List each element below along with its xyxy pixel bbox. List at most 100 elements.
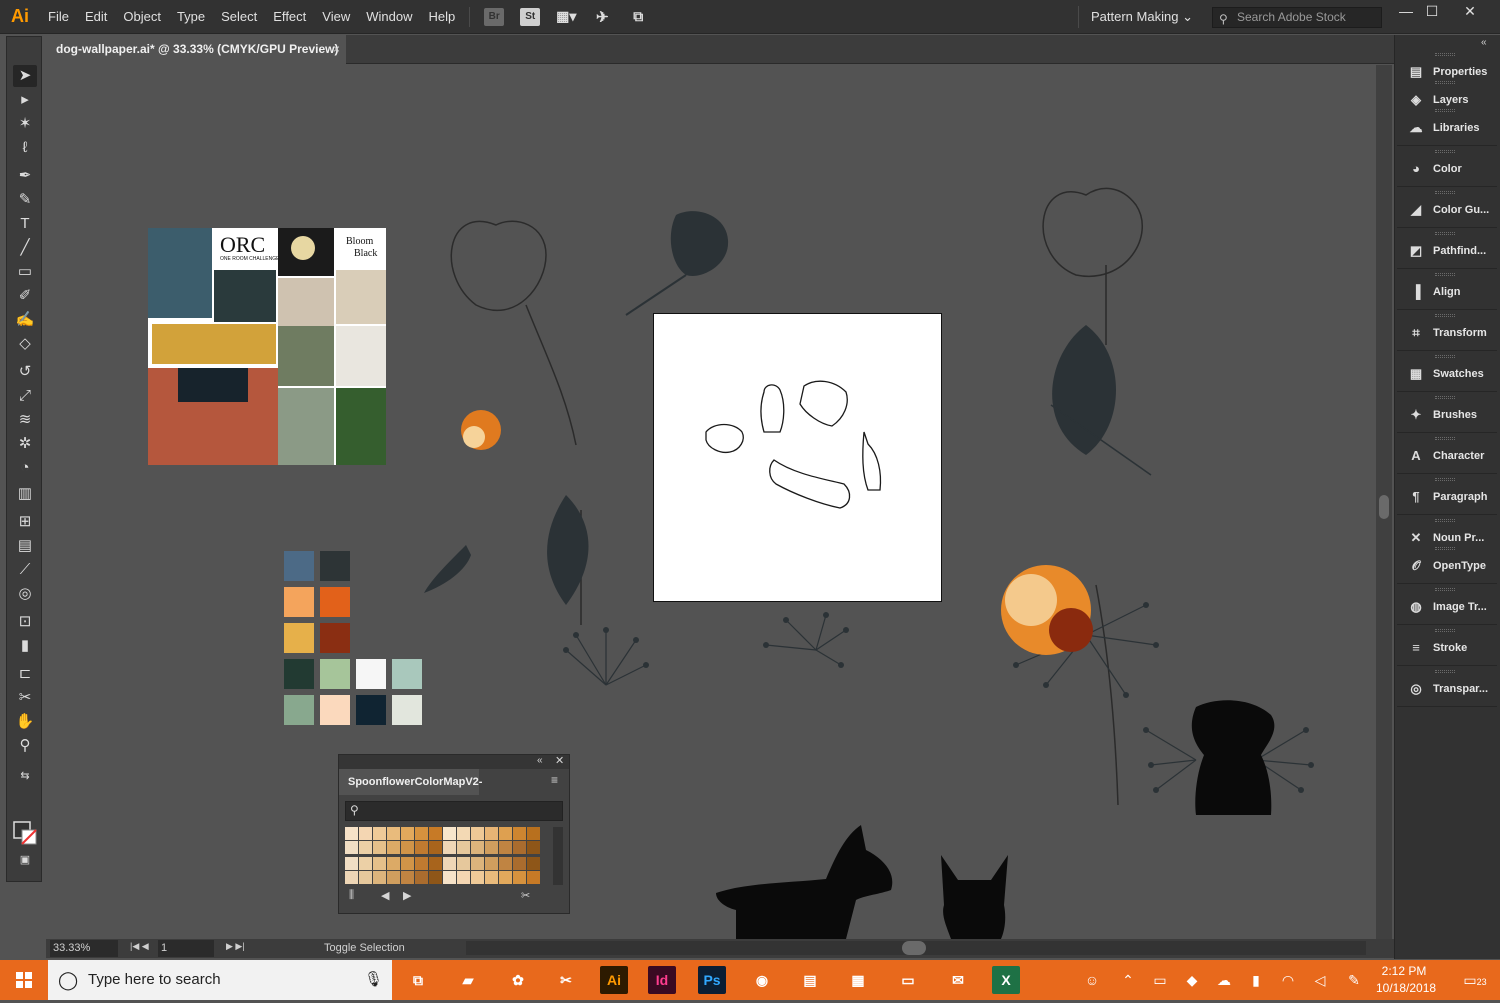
library-swatch[interactable] xyxy=(443,857,456,870)
excel-taskbar-icon[interactable]: X xyxy=(992,966,1020,994)
panel-brushes[interactable]: ✦ Brushes xyxy=(1397,402,1497,428)
panel-image-tr[interactable]: ◍ Image Tr... xyxy=(1397,594,1497,620)
library-swatch[interactable] xyxy=(499,871,512,884)
library-swatch[interactable] xyxy=(513,827,526,840)
file-explorer-icon[interactable]: ▰ xyxy=(454,966,482,994)
panel-grip[interactable] xyxy=(1435,109,1455,112)
library-swatch[interactable] xyxy=(485,857,498,870)
library-swatch[interactable] xyxy=(401,857,414,870)
panel-grip[interactable] xyxy=(1435,53,1455,56)
library-swatch[interactable] xyxy=(485,871,498,884)
library-swatch[interactable] xyxy=(359,827,372,840)
fill-stroke-icon[interactable] xyxy=(13,821,39,847)
library-swatch[interactable] xyxy=(499,857,512,870)
library-swatch[interactable] xyxy=(415,857,428,870)
eyedropper-tool-icon[interactable]: ⟋ xyxy=(13,559,37,581)
panel-menu-icon[interactable]: ≡ xyxy=(551,773,558,787)
snipping-tool-icon[interactable]: ✂ xyxy=(552,966,580,994)
menu-object[interactable]: Object xyxy=(115,0,169,34)
magic-wand-tool-icon[interactable]: ✶ xyxy=(13,113,37,135)
library-swatch[interactable] xyxy=(485,827,498,840)
panel-grip[interactable] xyxy=(1435,314,1455,317)
library-swatch[interactable] xyxy=(359,871,372,884)
menu-select[interactable]: Select xyxy=(213,0,265,34)
color-mode-icon[interactable]: ▣ xyxy=(13,849,37,871)
eraser-tool-icon[interactable]: ◇ xyxy=(13,333,37,355)
library-swatch[interactable] xyxy=(401,841,414,854)
library-swatch[interactable] xyxy=(457,827,470,840)
panel-libraries[interactable]: ☁ Libraries xyxy=(1397,115,1497,141)
panel-grip[interactable] xyxy=(1435,355,1455,358)
artboard-tool-icon[interactable]: ⊏ xyxy=(13,663,37,685)
scale-tool-icon[interactable]: ⤢ xyxy=(13,385,37,407)
library-swatch[interactable] xyxy=(457,857,470,870)
library-swatch[interactable] xyxy=(359,841,372,854)
panel-tab-title[interactable]: SpoonflowerColorMapV2-1 xyxy=(339,769,482,814)
display-icon[interactable]: ▭ xyxy=(1150,970,1170,990)
menu-view[interactable]: View xyxy=(314,0,358,34)
pen-workspace-icon[interactable]: ✎ xyxy=(1344,970,1364,990)
pen-tool-icon[interactable]: ✒ xyxy=(13,165,37,187)
panel-grip[interactable] xyxy=(1435,396,1455,399)
direct-selection-tool-icon[interactable]: ▸ xyxy=(13,89,37,111)
library-swatch[interactable] xyxy=(443,871,456,884)
library-swatch[interactable] xyxy=(373,857,386,870)
menu-type[interactable]: Type xyxy=(169,0,213,34)
notepad-icon[interactable]: ▤ xyxy=(796,966,824,994)
panel-character[interactable]: A Character xyxy=(1397,443,1497,469)
gradient-tool-icon[interactable]: ▤ xyxy=(13,535,37,557)
photoshop-taskbar-icon[interactable]: Ps xyxy=(698,966,726,994)
library-swatch[interactable] xyxy=(373,871,386,884)
next-library-icon[interactable]: ▶ xyxy=(403,889,411,902)
menu-edit[interactable]: Edit xyxy=(77,0,115,34)
panel-search-input[interactable]: ⚲ xyxy=(345,801,563,821)
illustrator-taskbar-icon[interactable]: Ai xyxy=(600,966,628,994)
type-tool-icon[interactable]: T xyxy=(13,213,37,235)
library-swatch[interactable] xyxy=(443,841,456,854)
panel-align[interactable]: ▐ Align xyxy=(1397,279,1497,305)
status-toggle-selection[interactable]: Toggle Selection xyxy=(324,940,405,957)
library-swatch[interactable] xyxy=(485,841,498,854)
bridge-icon[interactable]: Br xyxy=(484,7,505,26)
menu-window[interactable]: Window xyxy=(358,0,420,34)
swatch-library-grid[interactable] xyxy=(345,827,545,885)
canvas[interactable]: ORC ONE ROOM CHALLENGE Bloom Black « ✕ S… xyxy=(46,65,1376,939)
first-artboard-icon[interactable]: |◀ ◀ xyxy=(130,941,149,952)
library-swatch[interactable] xyxy=(387,827,400,840)
library-swatch[interactable] xyxy=(401,871,414,884)
swatch-library-panel[interactable]: « ✕ SpoonflowerColorMapV2-1 ≡ ⚲ ⫼ ◀ ▶ ✂ xyxy=(338,754,570,914)
library-swatch[interactable] xyxy=(429,857,442,870)
stock-icon[interactable]: St xyxy=(520,7,541,26)
blob-brush-tool-icon[interactable]: ✍ xyxy=(13,309,37,331)
gpu-performance-icon[interactable]: ✈ xyxy=(592,8,612,26)
selection-tool-icon[interactable]: ➤ xyxy=(13,65,37,87)
close-window-button[interactable]: ✕ xyxy=(1452,0,1488,22)
zoom-tool-icon[interactable]: ⚲ xyxy=(13,735,37,757)
paintbrush-tool-icon[interactable]: ✐ xyxy=(13,285,37,307)
volume-icon[interactable]: ◁ xyxy=(1310,970,1330,990)
clock-time[interactable]: 2:12 PM xyxy=(1376,964,1432,978)
menu-help[interactable]: Help xyxy=(420,0,463,34)
library-swatch[interactable] xyxy=(471,827,484,840)
library-swatch[interactable] xyxy=(345,827,358,840)
library-swatch[interactable] xyxy=(471,857,484,870)
slice-tool-icon[interactable]: ✂ xyxy=(13,687,37,709)
library-swatch[interactable] xyxy=(513,871,526,884)
last-artboard-icon[interactable]: ▶ ▶| xyxy=(226,941,245,952)
line-tool-icon[interactable]: ╱ xyxy=(13,237,37,259)
panel-grip[interactable] xyxy=(1435,191,1455,194)
calculator-icon[interactable]: ▦ xyxy=(844,966,872,994)
taskbar-search-input[interactable]: ◯ Type here to search 🎙 xyxy=(48,960,392,1000)
swap-fill-stroke-icon[interactable]: ⇆ xyxy=(13,765,37,787)
rectangle-tool-icon[interactable]: ▭ xyxy=(13,261,37,283)
library-swatch[interactable] xyxy=(345,841,358,854)
library-swatch[interactable] xyxy=(401,827,414,840)
maximize-button[interactable]: ☐ xyxy=(1414,0,1450,22)
menu-file[interactable]: File xyxy=(40,0,77,34)
library-swatch[interactable] xyxy=(387,871,400,884)
task-view-icon[interactable]: ⧉ xyxy=(404,966,432,994)
wifi-icon[interactable]: ◠ xyxy=(1278,970,1298,990)
library-swatch[interactable] xyxy=(527,841,540,854)
library-swatch[interactable] xyxy=(471,841,484,854)
library-swatch[interactable] xyxy=(373,827,386,840)
